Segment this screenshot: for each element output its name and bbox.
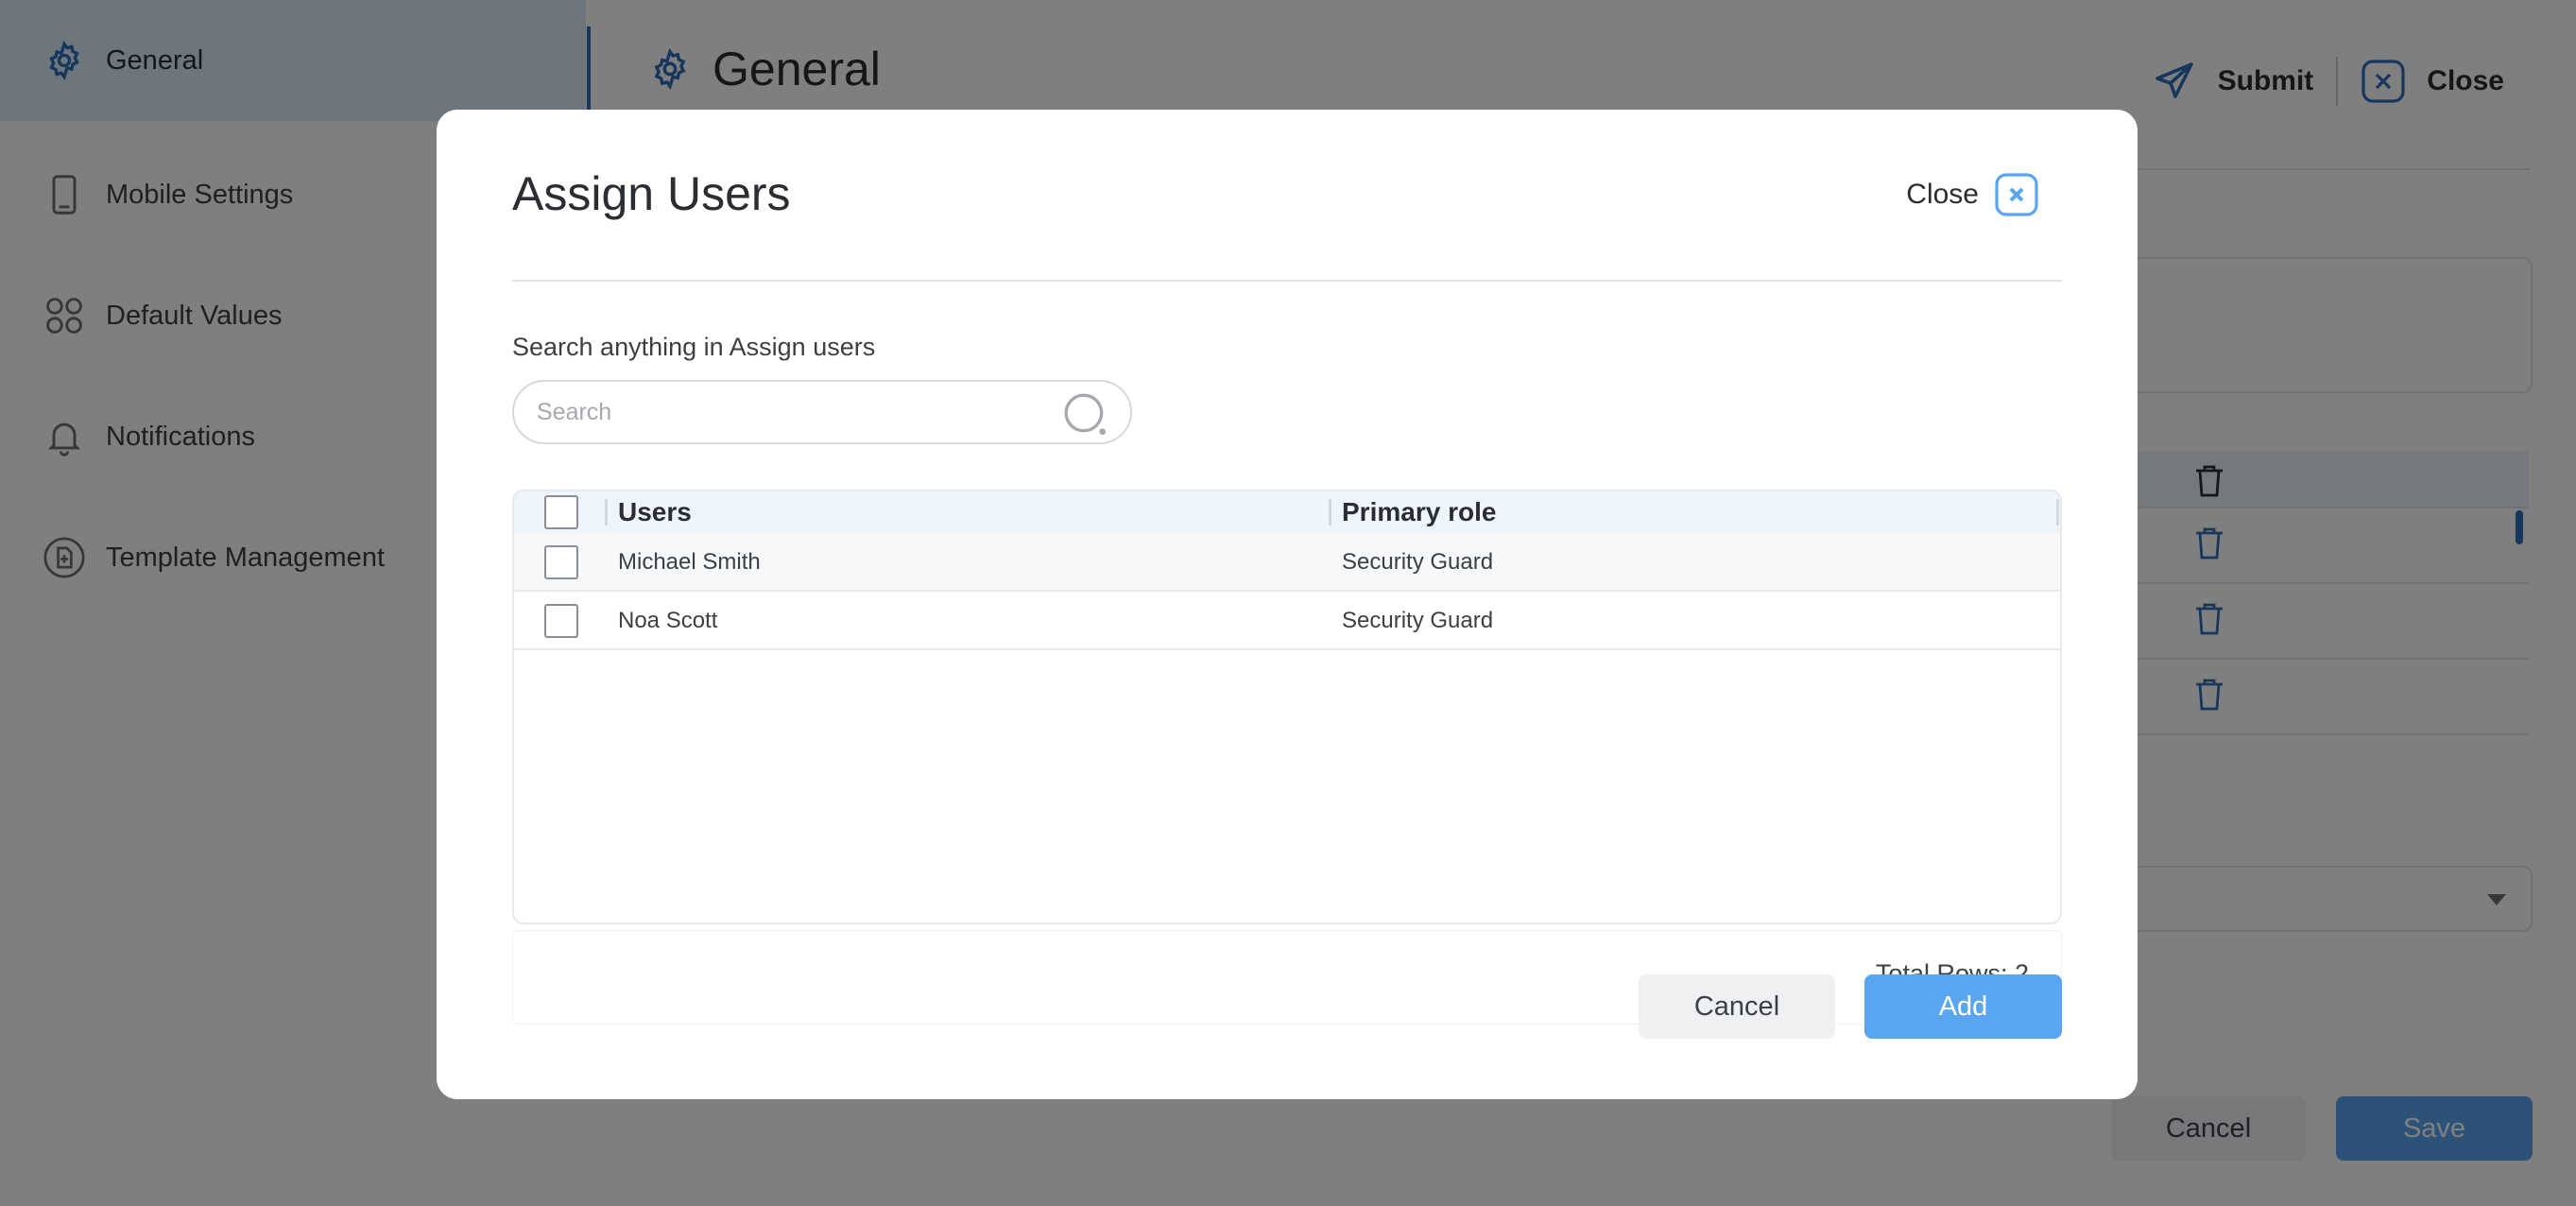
users-table: Users Primary role Michael Smith Securit…	[512, 490, 2062, 924]
column-divider[interactable]	[2056, 499, 2059, 525]
search-field	[512, 380, 1132, 444]
column-divider[interactable]	[605, 499, 608, 525]
select-all-checkbox[interactable]	[544, 495, 578, 529]
column-header-users[interactable]: Users	[618, 497, 692, 527]
dialog-close-button[interactable]: Close	[1906, 172, 2039, 217]
cell-role: Security Guard	[1342, 608, 1494, 633]
search-icon[interactable]	[1062, 391, 1109, 439]
table-row[interactable]: Noa Scott Security Guard	[514, 592, 2060, 650]
row-checkbox[interactable]	[544, 545, 578, 579]
add-button[interactable]: Add	[1864, 974, 2062, 1039]
cell-role: Security Guard	[1342, 549, 1494, 575]
search-input[interactable]	[537, 391, 1047, 433]
cell-user: Michael Smith	[618, 549, 761, 575]
cancel-button[interactable]: Cancel	[1639, 974, 1835, 1039]
close-label: Close	[1906, 179, 1979, 210]
column-header-primary-role[interactable]: Primary role	[1342, 497, 1496, 527]
column-divider[interactable]	[1329, 499, 1331, 525]
table-row[interactable]: Michael Smith Security Guard	[514, 533, 2060, 592]
table-header: Users Primary role	[514, 491, 2060, 533]
row-checkbox[interactable]	[544, 604, 578, 638]
dialog-title: Assign Users	[512, 167, 791, 220]
assign-users-dialog: Assign Users Close Search anything in As…	[437, 110, 2138, 1099]
close-icon	[1994, 172, 2039, 217]
cell-user: Noa Scott	[618, 608, 718, 633]
search-label: Search anything in Assign users	[512, 333, 876, 361]
dialog-divider	[512, 280, 2062, 282]
